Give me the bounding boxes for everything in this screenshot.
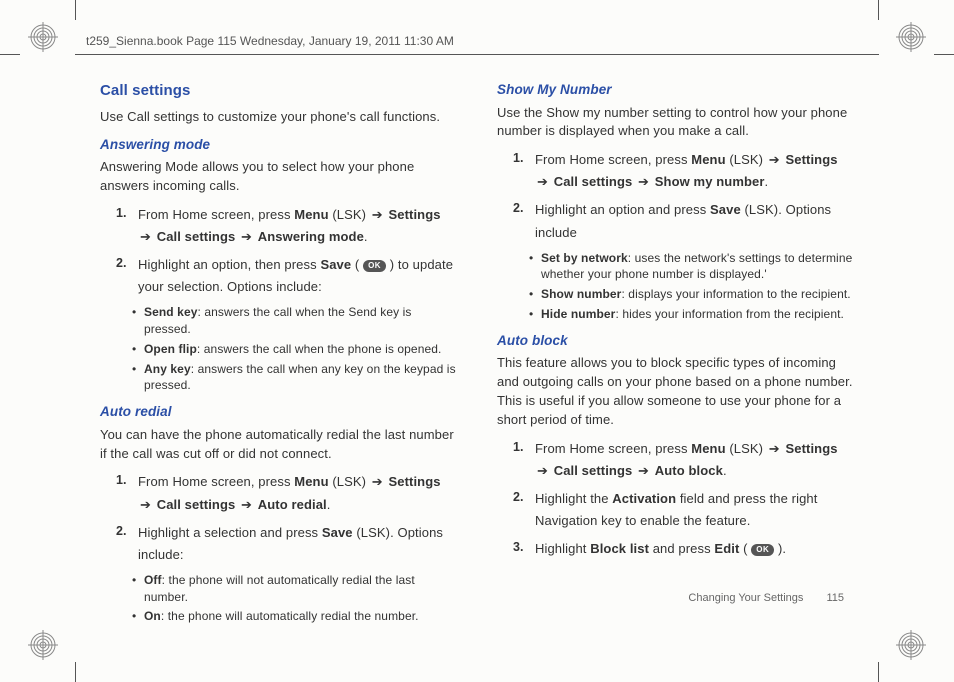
crop-ring-icon <box>28 630 58 660</box>
book-meta: t259_Sienna.book Page 115 Wednesday, Jan… <box>86 34 454 48</box>
arrow-icon: ➔ <box>370 474 385 489</box>
bullet-item: •Any key: answers the call when any key … <box>132 361 457 395</box>
step-item: 3. Highlight Block list and press Edit (… <box>513 538 854 560</box>
arrow-icon: ➔ <box>370 207 385 222</box>
section-intro: Use Call settings to customize your phon… <box>100 108 457 127</box>
step-item: 2. Highlight a selection and press Save … <box>116 522 457 566</box>
step-item: 1. From Home screen, press Menu (LSK) ➔ … <box>513 149 854 193</box>
bullet-item: •Hide number: hides your information fro… <box>529 306 854 323</box>
crop-line <box>878 662 879 682</box>
subsection-heading: Answering mode <box>100 135 457 155</box>
arrow-icon: ➔ <box>239 497 254 512</box>
footer-section: Changing Your Settings <box>688 592 803 604</box>
step-item: 2. Highlight an option, then press Save … <box>116 254 457 298</box>
step-text: Highlight a selection and press Save (LS… <box>138 522 457 566</box>
step-item: 2. Highlight an option and press Save (L… <box>513 199 854 243</box>
step-text: From Home screen, press Menu (LSK) ➔ Set… <box>535 149 854 193</box>
bullet-item: •Send key: answers the call when the Sen… <box>132 304 457 338</box>
crop-ring-icon <box>896 630 926 660</box>
step-text: From Home screen, press Menu (LSK) ➔ Set… <box>138 204 457 248</box>
subsection-heading: Show My Number <box>497 80 854 100</box>
body-text: Answering Mode allows you to select how … <box>100 158 457 196</box>
step-item: 2. Highlight the Activation field and pr… <box>513 488 854 532</box>
bullet-item: •Open flip: answers the call when the ph… <box>132 341 457 358</box>
step-number: 2. <box>116 522 138 566</box>
arrow-icon: ➔ <box>767 441 782 456</box>
step-number: 3. <box>513 538 535 560</box>
step-text: Highlight an option and press Save (LSK)… <box>535 199 854 243</box>
bullet-item: •Off: the phone will not automatically r… <box>132 572 457 606</box>
crop-line <box>878 0 879 20</box>
crop-line <box>75 54 879 55</box>
crop-line <box>75 0 76 20</box>
page-footer: Changing Your Settings 115 <box>688 592 844 604</box>
step-number: 2. <box>116 254 138 298</box>
body-text: This feature allows you to block specifi… <box>497 354 854 429</box>
right-column: Show My Number Use the Show my number se… <box>497 80 854 622</box>
bullet-item: •Show number: displays your information … <box>529 286 854 303</box>
subsection-heading: Auto block <box>497 331 854 351</box>
body-text: Use the Show my number setting to contro… <box>497 104 854 142</box>
bullet-item: •On: the phone will automatically redial… <box>132 608 457 625</box>
step-text: Highlight Block list and press Edit ( OK… <box>535 538 854 560</box>
step-number: 1. <box>513 149 535 193</box>
arrow-icon: ➔ <box>239 229 254 244</box>
step-number: 2. <box>513 199 535 243</box>
ok-icon: OK <box>363 260 386 272</box>
step-number: 1. <box>513 438 535 482</box>
step-item: 1. From Home screen, press Menu (LSK) ➔ … <box>116 204 457 248</box>
footer-page-number: 115 <box>826 592 844 604</box>
arrow-icon: ➔ <box>636 463 651 478</box>
arrow-icon: ➔ <box>138 497 153 512</box>
crop-line <box>0 54 20 55</box>
crop-line <box>934 54 954 55</box>
step-text: Highlight an option, then press Save ( O… <box>138 254 457 298</box>
page-content: Call settings Use Call settings to custo… <box>100 80 854 622</box>
body-text: You can have the phone automatically red… <box>100 426 457 464</box>
left-column: Call settings Use Call settings to custo… <box>100 80 457 622</box>
arrow-icon: ➔ <box>535 174 550 189</box>
subsection-heading: Auto redial <box>100 402 457 422</box>
crop-line <box>75 662 76 682</box>
step-text: From Home screen, press Menu (LSK) ➔ Set… <box>535 438 854 482</box>
step-item: 1. From Home screen, press Menu (LSK) ➔ … <box>513 438 854 482</box>
arrow-icon: ➔ <box>535 463 550 478</box>
arrow-icon: ➔ <box>138 229 153 244</box>
arrow-icon: ➔ <box>767 152 782 167</box>
crop-ring-icon <box>28 22 58 52</box>
ok-icon: OK <box>751 544 774 556</box>
arrow-icon: ➔ <box>636 174 651 189</box>
step-number: 1. <box>116 204 138 248</box>
step-text: Highlight the Activation field and press… <box>535 488 854 532</box>
bullet-item: •Set by network: uses the network's sett… <box>529 250 854 284</box>
crop-ring-icon <box>896 22 926 52</box>
step-number: 2. <box>513 488 535 532</box>
step-item: 1. From Home screen, press Menu (LSK) ➔ … <box>116 471 457 515</box>
step-number: 1. <box>116 471 138 515</box>
step-text: From Home screen, press Menu (LSK) ➔ Set… <box>138 471 457 515</box>
section-heading: Call settings <box>100 80 457 102</box>
